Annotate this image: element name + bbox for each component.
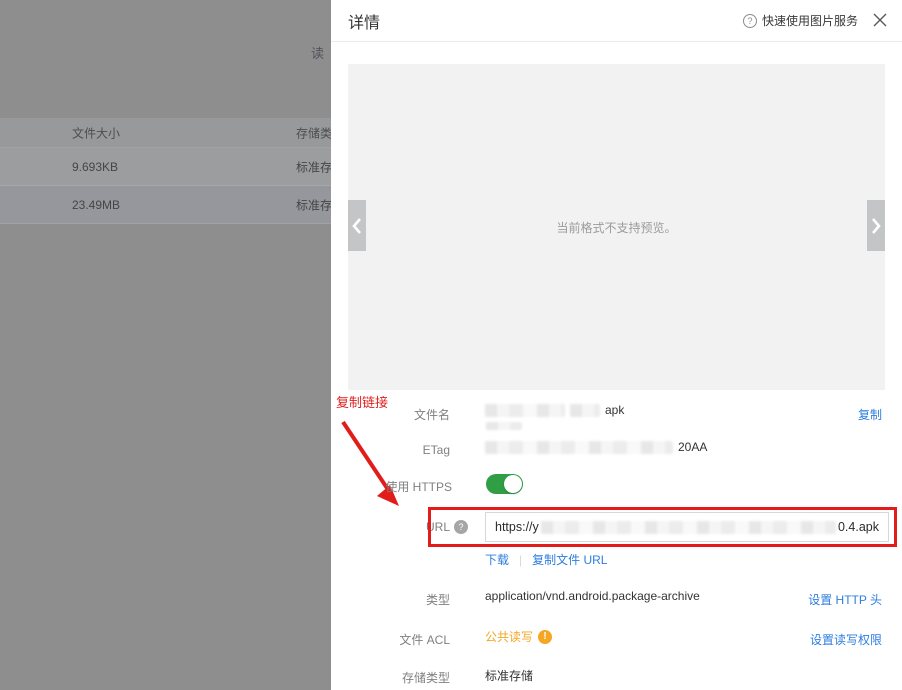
blurred-filename-segment: [570, 404, 600, 417]
cell-file-size: 9.693KB: [72, 160, 118, 174]
copy-filename-link[interactable]: 复制: [858, 406, 882, 423]
file-preview-area: 当前格式不支持预览。: [348, 64, 885, 390]
help-circle-icon: ?: [743, 14, 757, 28]
column-header-storage-class: 存储类型: [296, 124, 331, 141]
blurred-etag-segment: [485, 441, 673, 454]
url-visible-suffix: 0.4.apk: [838, 520, 879, 534]
red-arrow-annotation: [335, 416, 425, 521]
table-row-selected: 23.49MB 标准存储: [0, 186, 331, 224]
url-label-text: URL: [426, 520, 450, 534]
set-http-header-link[interactable]: 设置 HTTP 头: [808, 591, 882, 608]
https-toggle[interactable]: [486, 474, 523, 494]
acl-label: 文件 ACL: [331, 631, 450, 648]
download-link[interactable]: 下载: [485, 551, 509, 568]
panel-title: 详情: [348, 9, 380, 33]
table-row: 9.693KB 标准存储: [0, 148, 331, 186]
url-visible-prefix: https://y: [495, 520, 539, 534]
detail-panel: 详情 ? 快速使用图片服务 当前格式不支持预览。: [331, 0, 902, 690]
help-link-label: 快速使用图片服务: [762, 12, 858, 29]
cell-storage-class: 标准存储: [296, 196, 331, 213]
preview-unsupported-message: 当前格式不支持预览。: [348, 219, 885, 236]
close-button[interactable]: [871, 11, 889, 29]
url-help-icon[interactable]: ?: [454, 520, 468, 534]
url-actions: 下载 | 复制文件 URL: [485, 551, 607, 568]
cell-file-size: 23.49MB: [72, 198, 120, 212]
storage-value-text: 标准存储: [485, 667, 533, 684]
acl-value: 公共读写 !: [485, 628, 552, 645]
image-service-help-link[interactable]: ? 快速使用图片服务: [743, 12, 858, 29]
https-label: 使用 HTTPS: [331, 478, 452, 495]
column-header-file-size: 文件大小: [72, 124, 120, 141]
next-file-button[interactable]: [867, 200, 885, 251]
table-header-row: 文件大小 存储类型: [0, 118, 331, 148]
cell-storage-class: 标准存储: [296, 158, 331, 175]
clipped-background-text: 读: [311, 43, 324, 62]
copy-file-url-link[interactable]: 复制文件 URL: [532, 551, 607, 568]
filename-value: apk: [485, 403, 624, 417]
page-overlay-mask: 读 文件大小 存储类型 9.693KB 标准存储 23.49MB 标准存储: [0, 0, 331, 690]
previous-file-button[interactable]: [348, 200, 366, 251]
warning-icon: !: [538, 630, 552, 644]
panel-header: 详情 ? 快速使用图片服务: [331, 0, 902, 42]
storage-label: 存储类型: [331, 669, 450, 686]
acl-value-text: 公共读写: [485, 628, 533, 645]
link-divider: |: [519, 553, 522, 567]
blurred-filename-second-line: [486, 422, 522, 430]
blurred-url-segment: [541, 521, 836, 534]
url-label: URL ?: [331, 520, 468, 534]
filename-visible-suffix: apk: [605, 403, 624, 417]
chevron-right-icon: [871, 217, 881, 235]
storage-value: 标准存储: [485, 667, 533, 684]
etag-value: 20AA: [485, 440, 707, 454]
filename-label: 文件名: [331, 406, 450, 423]
type-label: 类型: [331, 591, 450, 608]
mime-type-text: application/vnd.android.package-archive: [485, 589, 700, 603]
type-value: application/vnd.android.package-archive: [485, 589, 700, 603]
close-icon: [873, 13, 887, 27]
url-input[interactable]: https://y 0.4.apk: [485, 512, 889, 542]
toggle-knob: [504, 475, 522, 493]
etag-label: ETag: [331, 443, 450, 457]
set-acl-link[interactable]: 设置读写权限: [810, 631, 882, 648]
blurred-filename-segment: [485, 404, 565, 417]
chevron-left-icon: [352, 217, 362, 235]
app-root: 读 文件大小 存储类型 9.693KB 标准存储 23.49MB 标准存储 详情…: [0, 0, 902, 690]
etag-visible-suffix: 20AA: [678, 440, 707, 454]
